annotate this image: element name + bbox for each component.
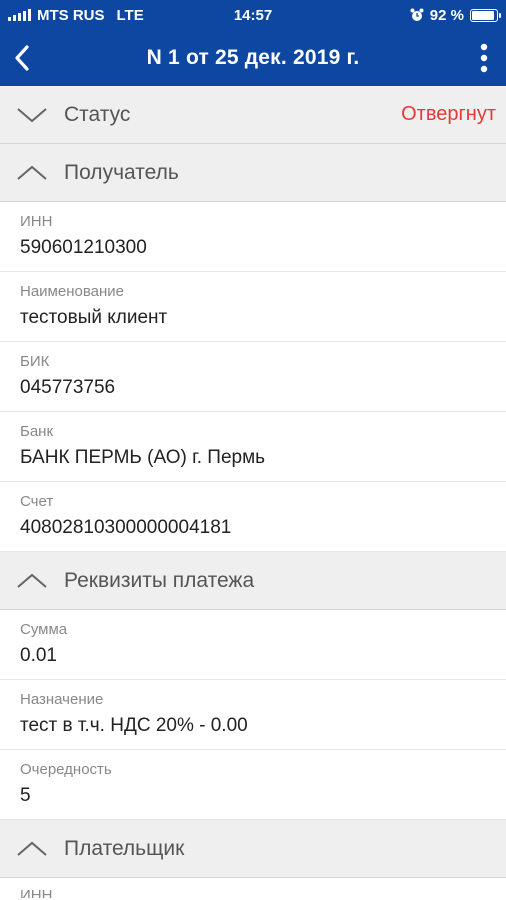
section-payer-label: Плательщик bbox=[64, 836, 185, 860]
field-label: Банк bbox=[20, 423, 54, 440]
battery-percent: 92 % bbox=[429, 6, 464, 24]
carrier-name: MTS RUS bbox=[37, 6, 105, 24]
section-status-label: Статус bbox=[64, 102, 131, 126]
recipient-account-field: Счет 40802810300000004181 bbox=[0, 482, 506, 552]
status-badge: Отвергнут bbox=[401, 103, 496, 125]
payment-amount-field: Сумма 0.01 bbox=[0, 610, 506, 680]
field-value: 0.01 bbox=[20, 645, 57, 666]
network-type: LTE bbox=[116, 6, 144, 24]
section-recipient-label: Получатель bbox=[64, 160, 179, 184]
chevron-down-icon bbox=[17, 107, 47, 122]
field-value: тест в т.ч. НДС 20% - 0.00 bbox=[20, 715, 248, 736]
back-button[interactable] bbox=[0, 30, 44, 86]
more-vertical-icon bbox=[480, 43, 488, 73]
status-bar: MTS RUS LTE 14:57 92 % bbox=[0, 0, 506, 30]
signal-icon bbox=[8, 9, 31, 21]
recipient-bank-field: Банк БАНК ПЕРМЬ (АО) г. Пермь bbox=[0, 412, 506, 482]
field-value: 045773756 bbox=[20, 377, 116, 398]
field-label: Счет bbox=[20, 493, 54, 510]
field-label: ИНН bbox=[20, 887, 53, 898]
payment-purpose-field: Назначение тест в т.ч. НДС 20% - 0.00 bbox=[0, 680, 506, 750]
battery-level bbox=[472, 10, 495, 20]
section-recipient[interactable]: Получатель bbox=[0, 144, 506, 202]
recipient-name-field: Наименование тестовый клиент bbox=[0, 272, 506, 342]
payer-inn-field: ИНН bbox=[0, 878, 506, 898]
section-payment-label: Реквизиты платежа bbox=[64, 568, 255, 592]
status-bar-right: 92 % bbox=[410, 6, 501, 24]
more-menu-button[interactable] bbox=[462, 30, 506, 86]
page-title: N 1 от 25 дек. 2019 г. bbox=[146, 46, 360, 69]
section-payer[interactable]: Плательщик bbox=[0, 820, 506, 878]
chevron-left-icon bbox=[15, 45, 29, 71]
field-label: Наименование bbox=[20, 283, 124, 300]
field-value: тестовый клиент bbox=[20, 307, 168, 328]
status-bar-left: MTS RUS LTE bbox=[8, 7, 144, 24]
section-status[interactable]: Статус Отвергнут bbox=[0, 86, 506, 144]
recipient-inn-field: ИНН 590601210300 bbox=[0, 202, 506, 272]
field-label: Назначение bbox=[20, 691, 104, 708]
field-label: Сумма bbox=[20, 621, 68, 638]
field-value: 5 bbox=[20, 785, 31, 806]
field-value: 40802810300000004181 bbox=[20, 517, 232, 538]
field-label: ИНН bbox=[20, 213, 53, 230]
field-label: БИК bbox=[20, 353, 50, 370]
recipient-bik-field: БИК 045773756 bbox=[0, 342, 506, 412]
chevron-up-icon bbox=[17, 165, 47, 180]
field-value: 590601210300 bbox=[20, 237, 147, 258]
app-bar: N 1 от 25 дек. 2019 г. bbox=[0, 30, 506, 86]
payment-priority-field: Очередность 5 bbox=[0, 750, 506, 820]
chevron-up-icon bbox=[17, 573, 47, 588]
alarm-icon bbox=[410, 8, 424, 21]
chevron-up-icon bbox=[17, 841, 47, 856]
section-payment-details[interactable]: Реквизиты платежа bbox=[0, 552, 506, 610]
field-value: БАНК ПЕРМЬ (АО) г. Пермь bbox=[20, 447, 266, 468]
field-label: Очередность bbox=[20, 761, 112, 778]
battery-icon bbox=[470, 8, 501, 22]
